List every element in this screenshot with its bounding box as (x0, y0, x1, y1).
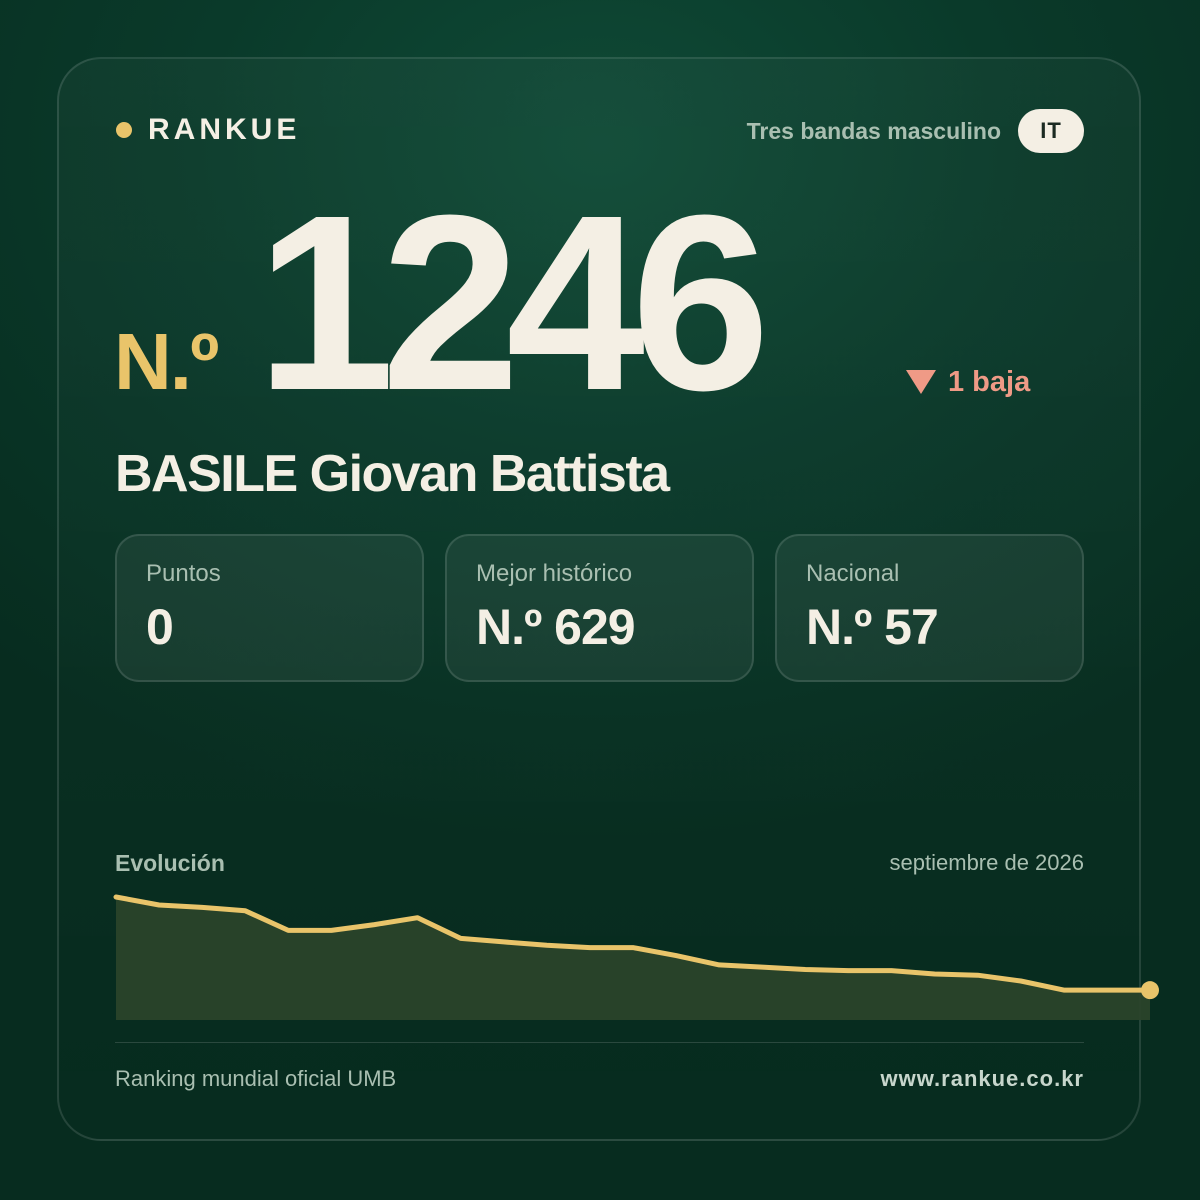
footer-source: Ranking mundial oficial UMB (115, 1066, 397, 1091)
footer-divider (115, 1042, 1084, 1043)
chart-end-point (1141, 981, 1159, 1000)
footer-url[interactable]: www.rankue.co.kr (881, 1066, 1084, 1092)
evolution-chart (113, 894, 1159, 1020)
chart-area (116, 897, 1150, 1020)
